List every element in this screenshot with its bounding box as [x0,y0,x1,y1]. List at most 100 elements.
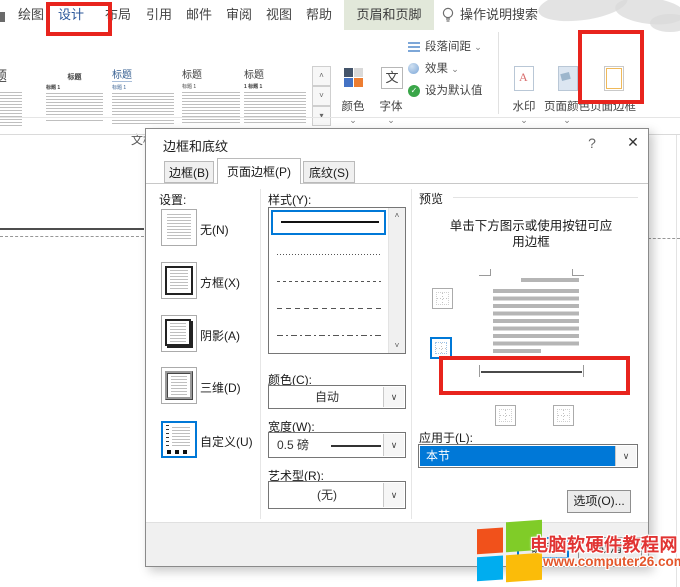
setting-none-label[interactable]: 无(N) [200,221,229,238]
style-listbox[interactable]: ˄ ˅ [268,207,406,354]
tab-mailings[interactable]: 邮件 [181,0,217,30]
setting-custom-icon[interactable] [161,421,197,458]
column-separator [260,189,261,519]
page-color-button[interactable]: 页面颜色 ⌄ [544,66,590,128]
page-color-icon [558,66,578,91]
setting-none-icon[interactable] [161,209,197,246]
set-default-button[interactable]: ✓ 设为默认值 [408,82,483,100]
paragraph-spacing-icon [408,42,420,52]
apply-to-value: 本节 [420,446,616,466]
document-page-border-line [0,228,144,230]
right-border-toggle-button[interactable] [553,405,574,426]
style-item-dashed-large[interactable] [277,308,381,309]
style-set-title: 题 [0,66,22,86]
tab-design[interactable]: 设计 [53,0,89,30]
colors-label: 颜色 [334,98,372,114]
dialog-tab-page-border[interactable]: 页面边框(P) [217,158,301,184]
word-window: 绘图 设计 布局 引用 邮件 审阅 视图 帮助 页眉和页脚 操作说明搜索 题 标… [0,0,680,587]
style-set-lines [112,93,174,125]
apply-to-dropdown[interactable]: 本节 ∨ [418,444,638,468]
style-set-sub: 1 标题 1 [244,83,306,90]
document-section-dashed-line [0,236,144,237]
preview-text-line [521,278,579,282]
style-set-lines [46,93,103,123]
dialog-tab-borders[interactable]: 边框(B) [164,161,214,183]
theme-colors-button[interactable]: 颜色 ⌄ [334,66,372,128]
preview-hint-line2: 用边框 [424,231,638,250]
setting-box-icon[interactable] [161,262,197,299]
dialog-title: 边框和底纹 [163,136,228,155]
watermark-icon: A [514,66,534,91]
watermark-label: 水印 [504,98,544,114]
setting-custom-label[interactable]: 自定义(U) [200,433,253,450]
top-border-toggle-button[interactable] [432,288,453,309]
ribbon-bottom-border [0,117,680,118]
clipped-tab-fragment [0,12,5,22]
effects-button[interactable]: 效果 ⌄ [408,60,459,78]
tab-review[interactable]: 审阅 [221,0,257,30]
color-dropdown[interactable]: 自动 ∨ [268,385,406,409]
watermark-button[interactable]: A 水印 ⌄ [504,66,544,128]
setting-shadow-icon[interactable] [161,315,197,352]
preview-bottom-border-line [481,371,582,373]
setting-box-label[interactable]: 方框(X) [200,274,240,291]
options-button[interactable]: 选项(O)... [567,490,631,513]
width-dropdown[interactable]: 0.5 磅 ∨ [268,432,406,458]
preview-rule [453,197,638,198]
borders-shading-dialog: 边框和底纹 ? ✕ 边框(B) 页面边框(P) 底纹(S) 设置: 无(N) 方… [145,128,649,567]
tab-header-footer-contextual[interactable]: 页眉和页脚 [344,0,434,30]
paragraph-spacing-button[interactable]: 段落间距 ⌄ [408,38,482,56]
style-item-solid-selected[interactable] [271,210,386,235]
tab-help[interactable]: 帮助 [301,0,337,30]
tab-draw[interactable]: 绘图 [13,0,49,30]
style-scrollbar[interactable]: ˄ ˅ [388,208,405,353]
scroll-down-icon: ˅ [319,91,324,100]
gallery-more-button[interactable]: ▾ [312,106,331,126]
bottom-border-toggle-button[interactable] [430,337,452,359]
tab-references[interactable]: 引用 [141,0,177,30]
preview-page-diagram[interactable] [479,265,584,387]
setting-3d-label[interactable]: 三维(D) [200,379,241,396]
preview-label: 预览 [419,190,443,207]
gallery-scroll-down-button[interactable]: ˅ [312,86,331,106]
style-item-dashed-small[interactable] [277,281,381,282]
chevron-down-icon[interactable]: ∨ [383,434,404,456]
dialog-tab-shading[interactable]: 底纹(S) [303,161,355,183]
chevron-down-icon[interactable]: ∨ [383,483,404,507]
scroll-down-icon[interactable]: ˅ [389,338,405,353]
style-set-title: 标题 [112,66,132,82]
chevron-down-icon: ⌄ [474,42,482,52]
page-borders-button[interactable]: 页面边框 [590,66,636,128]
theme-fonts-button[interactable]: 文 字体 ⌄ [372,66,410,128]
group-separator [498,32,499,114]
left-border-toggle-button[interactable] [495,405,516,426]
style-set-sub: 标题 1 [112,84,174,91]
style-set-lines [0,92,22,126]
document-page-edge [676,135,677,587]
style-set-sub: 标题 1 [46,84,103,91]
style-item-dotted[interactable] [277,254,381,255]
style-set-lines [182,92,240,124]
effects-label: 效果 [425,63,448,75]
scroll-up-icon[interactable]: ˄ [389,208,405,223]
style-item-dash-dot[interactable] [277,335,381,336]
tell-me-search[interactable]: 操作说明搜索 [460,0,540,30]
style-set-title: 标题 [46,72,103,82]
colors-icon [354,68,363,77]
style-set-title: 标题 [244,66,306,81]
style-set-lines [244,92,306,124]
gallery-more-icon: ▾ [319,111,323,120]
setting-3d-icon[interactable] [161,367,197,404]
fonts-label: 字体 [372,98,410,114]
tab-view[interactable]: 视图 [261,0,297,30]
chevron-down-icon[interactable]: ∨ [615,446,636,466]
gallery-scroll-up-button[interactable]: ˄ [312,66,331,86]
tab-layout[interactable]: 布局 [99,0,137,30]
art-dropdown[interactable]: (无) ∨ [268,481,406,509]
preview-text-line [493,349,541,353]
chevron-down-icon[interactable]: ∨ [383,387,404,407]
dialog-close-button[interactable]: ✕ [620,134,646,156]
style-set-title: 标题 [182,66,240,81]
dialog-help-button[interactable]: ? [582,135,602,155]
setting-shadow-label[interactable]: 阴影(A) [200,327,240,344]
